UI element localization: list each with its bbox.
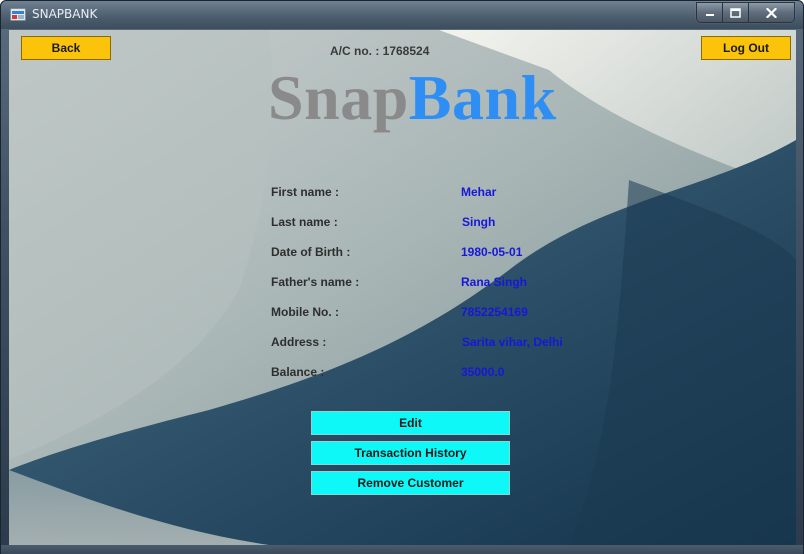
app-window: SNAPBANK Back Log Out A/C no.: 1768524 … xyxy=(0,0,804,554)
logout-button[interactable]: Log Out xyxy=(701,36,791,60)
dob-label: Date of Birth : xyxy=(271,245,351,259)
address-label: Address : xyxy=(271,335,327,349)
edit-button[interactable]: Edit xyxy=(311,411,510,435)
first-name-label: First name : xyxy=(271,185,340,199)
transaction-history-button[interactable]: Transaction History xyxy=(311,441,510,465)
window-controls xyxy=(696,2,795,23)
logo-part-snap: Snap xyxy=(268,62,409,133)
main-panel: Back Log Out A/C no. : 1768524 SnapBank … xyxy=(9,30,796,545)
mobile-value: 7852254169 xyxy=(461,305,528,319)
back-button[interactable]: Back xyxy=(21,36,111,60)
mobile-label: Mobile No. : xyxy=(271,305,339,319)
account-number: A/C no. : 1768524 xyxy=(330,44,430,58)
title-bar[interactable]: SNAPBANK xyxy=(1,1,803,29)
address-value: Sarita vihar, Delhi xyxy=(462,335,563,349)
brand-logo: SnapBank xyxy=(268,60,557,136)
minimize-button[interactable] xyxy=(697,3,723,22)
balance-value: 35000.0 xyxy=(461,365,505,379)
balance-label: Balance : xyxy=(271,365,325,379)
close-button[interactable] xyxy=(749,3,794,22)
maximize-icon xyxy=(730,7,741,18)
window-bottom-border xyxy=(1,545,803,554)
father-name-label: Father's name : xyxy=(271,275,360,289)
maximize-button[interactable] xyxy=(723,3,749,22)
minimize-icon xyxy=(705,13,714,16)
window-title: SNAPBANK xyxy=(32,7,98,21)
father-name-value: Rana Singh xyxy=(461,275,528,289)
last-name-label: Last name : xyxy=(271,215,338,229)
remove-customer-button[interactable]: Remove Customer xyxy=(311,471,510,495)
app-icon xyxy=(10,8,26,21)
logo-part-bank: Bank xyxy=(408,62,557,133)
last-name-value: Singh xyxy=(462,215,496,229)
first-name-value: Mehar xyxy=(461,185,497,199)
close-icon xyxy=(766,7,777,18)
dob-value: 1980-05-01 xyxy=(461,245,523,259)
